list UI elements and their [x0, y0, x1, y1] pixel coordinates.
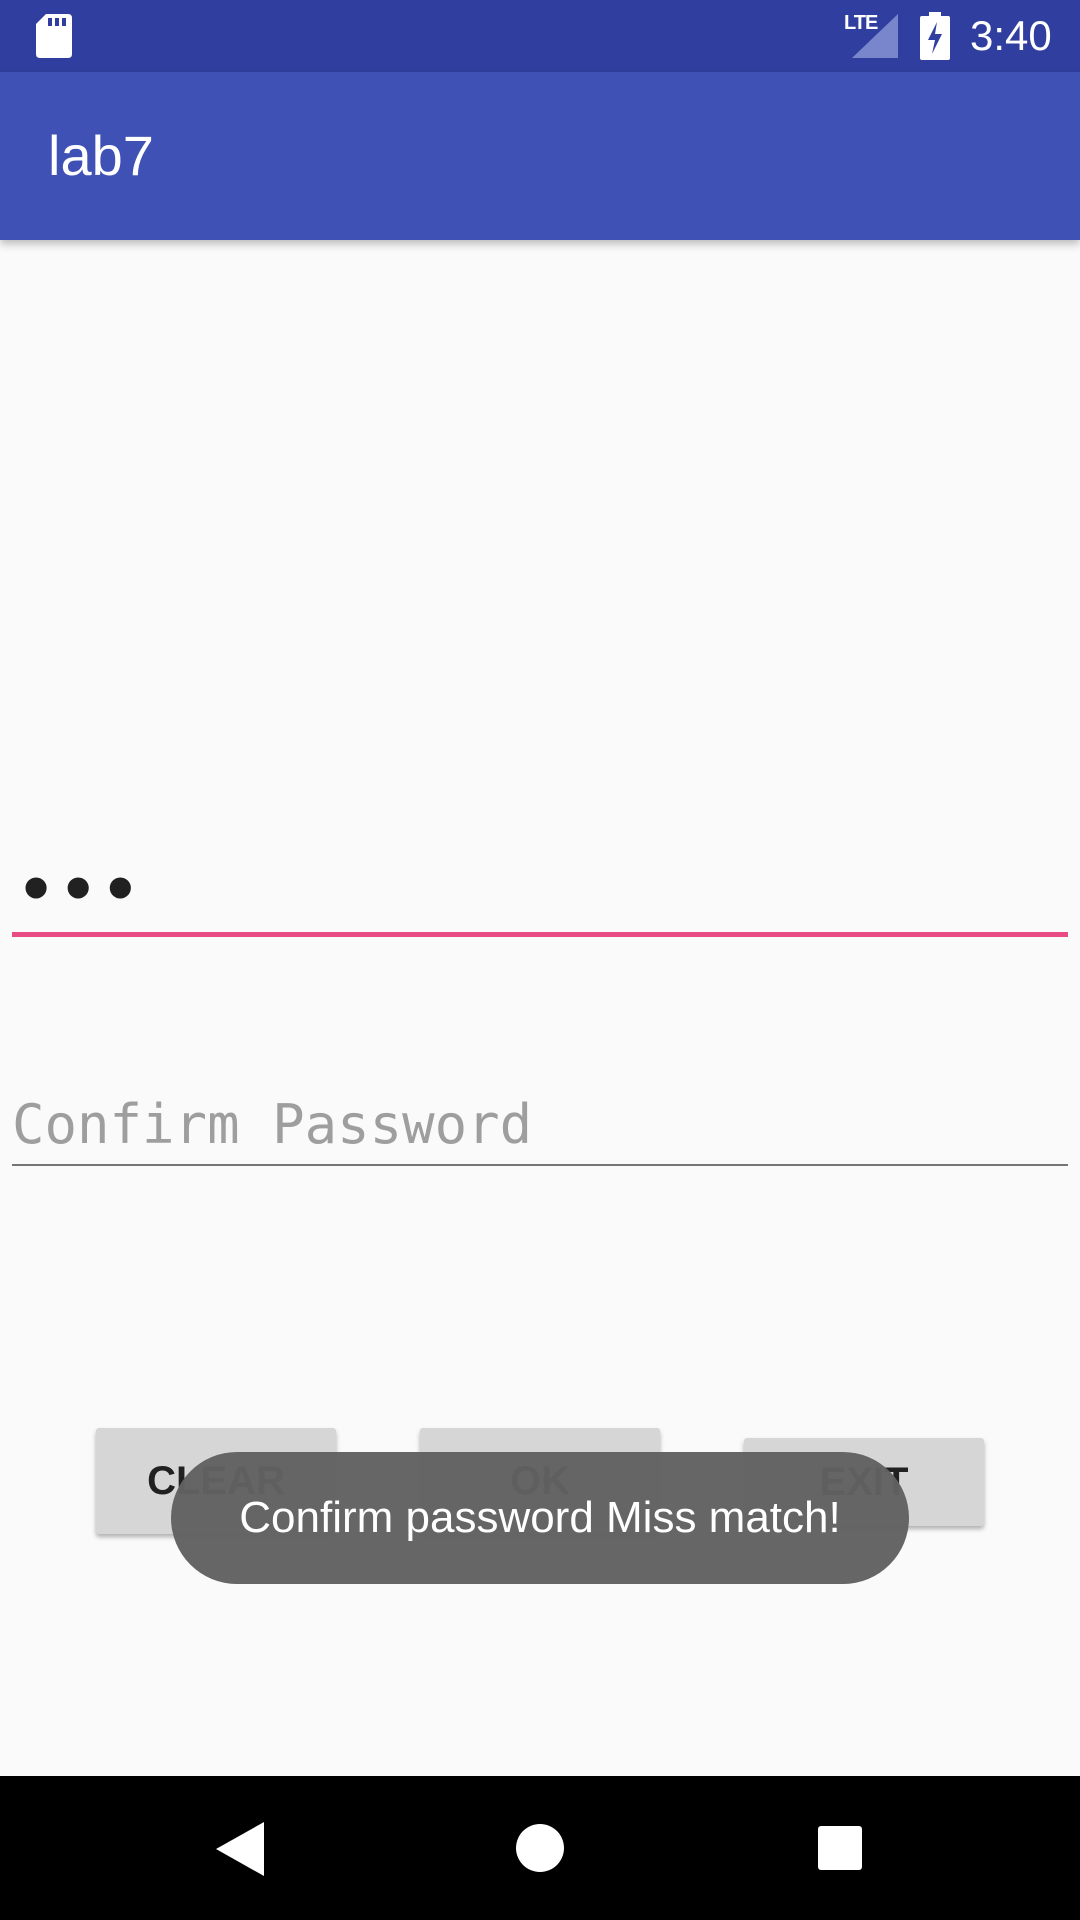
sd-card-icon: [36, 14, 72, 58]
password-field[interactable]: •••: [12, 850, 1068, 940]
navigation-bar: [0, 1776, 1080, 1920]
app-title: lab7: [48, 124, 154, 187]
toast-message: Confirm password Miss match!: [171, 1452, 909, 1584]
app-bar: lab7: [0, 72, 1080, 240]
back-icon[interactable]: [216, 1822, 264, 1876]
password-value: •••: [18, 855, 145, 925]
recents-icon[interactable]: [818, 1826, 862, 1870]
signal-icon: [852, 14, 898, 58]
confirm-password-underline: [12, 1164, 1068, 1166]
clock: 3:40: [970, 12, 1052, 59]
confirm-password-placeholder: Confirm Password: [12, 1093, 533, 1156]
battery-charging-icon: [920, 12, 950, 60]
status-bar: LTE 3:40: [0, 0, 1080, 72]
home-icon[interactable]: [516, 1824, 564, 1872]
confirm-password-field[interactable]: Confirm Password: [12, 1085, 1068, 1170]
password-field-underline: [12, 932, 1068, 937]
screen: LTE 3:40 lab7 ••• Confirm Password CLEAR…: [0, 0, 1080, 1920]
